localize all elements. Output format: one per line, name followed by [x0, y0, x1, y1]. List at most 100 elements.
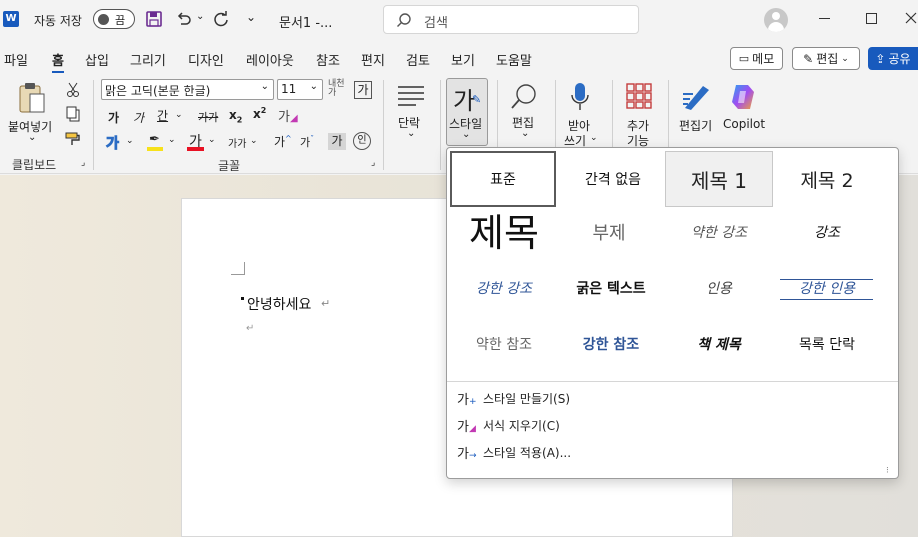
paste-dropdown-icon: ⌄: [28, 132, 37, 143]
autosave-label: 자동 저장: [34, 14, 82, 28]
undo-dropdown-icon[interactable]: ⌄: [196, 11, 204, 22]
paste-button[interactable]: 붙여넣기 ⌄: [6, 80, 58, 148]
style-quote[interactable]: 인용: [665, 260, 773, 316]
style-subtle-reference[interactable]: 약한 참조: [450, 316, 558, 372]
share-button[interactable]: ⇪ 공유: [868, 47, 918, 70]
document-text[interactable]: 안녕하세요: [247, 294, 311, 314]
close-icon[interactable]: [905, 12, 917, 24]
tab-home[interactable]: 홈: [52, 50, 64, 73]
shrink-font-icon[interactable]: 가ˇ: [300, 134, 314, 150]
style-list-paragraph[interactable]: 목록 단락: [773, 316, 881, 372]
style-heading-1[interactable]: 제목 1: [665, 151, 773, 207]
microphone-icon: [571, 83, 589, 110]
minimize-icon[interactable]: [819, 18, 830, 19]
tab-insert[interactable]: 삽입: [85, 50, 109, 69]
change-case-icon[interactable]: 가가: [228, 135, 246, 150]
tab-draw[interactable]: 그리기: [130, 50, 166, 69]
clear-formatting-menuitem[interactable]: 가◢ 서식 지우기(C): [457, 412, 887, 438]
chevron-down-icon: ⌄: [462, 129, 471, 140]
style-subtle-emphasis[interactable]: 약한 강조: [665, 204, 773, 260]
maximize-icon[interactable]: [866, 13, 877, 24]
copilot-button[interactable]: Copilot: [720, 80, 768, 136]
text-effects-dropdown-icon[interactable]: ⌄: [126, 136, 134, 146]
style-intense-emphasis[interactable]: 강한 강조: [450, 260, 558, 316]
style-intense-quote[interactable]: 강한 인용: [773, 260, 881, 316]
editor-button[interactable]: 편집기: [676, 80, 718, 136]
subscript-icon[interactable]: x2: [229, 108, 242, 124]
gallery-divider: [447, 381, 898, 382]
chevron-down-icon: ⌄: [841, 53, 849, 64]
editing-mode-button[interactable]: ✎ 편집 ⌄: [792, 47, 860, 70]
undo-icon[interactable]: [175, 10, 193, 28]
redo-icon[interactable]: [212, 10, 230, 28]
grow-font-icon[interactable]: 가^: [274, 133, 292, 150]
customize-qat-icon[interactable]: ⌄: [246, 10, 256, 24]
enclose-characters-icon[interactable]: 인: [353, 132, 371, 150]
superscript-icon[interactable]: x2: [253, 106, 266, 121]
style-no-spacing[interactable]: 간격 없음: [559, 151, 667, 207]
group-divider: [383, 80, 384, 170]
underline-dropdown-icon[interactable]: ⌄: [175, 110, 183, 120]
styles-button[interactable]: 가 ✎ 스타일 ⌄: [446, 78, 488, 146]
create-style-icon: 가+: [457, 392, 477, 408]
toggle-knob: [98, 14, 109, 25]
tab-review[interactable]: 검토: [406, 50, 430, 69]
addins-icon: [626, 83, 652, 109]
font-size-select[interactable]: 11 ⌄: [277, 79, 323, 100]
style-book-title[interactable]: 책 제목: [665, 316, 773, 372]
doc-title: 문서1 -...: [279, 16, 333, 31]
style-intense-reference[interactable]: 강한 참조: [557, 316, 665, 372]
style-strong[interactable]: 굵은 텍스트: [557, 260, 665, 316]
chevron-down-icon: ⌄: [309, 81, 318, 92]
font-color-button[interactable]: 가 ⌄: [186, 131, 216, 153]
tab-design[interactable]: 디자인: [188, 50, 224, 69]
apply-styles-menuitem[interactable]: 가→ 스타일 적용(A)...: [457, 439, 887, 465]
underline-icon[interactable]: 간: [157, 107, 168, 124]
memo-button[interactable]: ▭ 메모: [730, 47, 783, 70]
font-color-swatch: [187, 147, 204, 151]
tab-layout[interactable]: 레이아웃: [246, 50, 294, 69]
paragraph-mark: ↵: [246, 323, 255, 334]
tab-references[interactable]: 참조: [316, 50, 340, 69]
highlight-color-button[interactable]: ✒ ⌄: [146, 132, 176, 152]
chevron-down-icon: ⌄: [590, 133, 598, 143]
editing-button[interactable]: 편집 ⌄: [505, 80, 545, 146]
clear-formatting-icon[interactable]: 가◢: [278, 106, 298, 125]
dictate-button[interactable]: 받아 쓰기 ⌄: [560, 80, 600, 148]
style-heading-2[interactable]: 제목 2: [773, 151, 881, 207]
create-style-menuitem[interactable]: 가+ 스타일 만들기(S): [457, 385, 887, 411]
style-normal[interactable]: 표준: [450, 151, 556, 207]
character-shading-icon[interactable]: 가: [328, 133, 346, 150]
copy-icon[interactable]: [66, 106, 80, 122]
autosave-toggle[interactable]: 끔: [93, 9, 135, 29]
format-painter-icon[interactable]: [65, 131, 81, 147]
text-effects-icon[interactable]: 가: [106, 133, 120, 153]
bold-icon[interactable]: 가: [108, 109, 119, 126]
search-box[interactable]: 검색: [383, 5, 639, 34]
group-divider: [440, 80, 441, 170]
change-case-dropdown-icon[interactable]: ⌄: [250, 136, 258, 146]
italic-icon[interactable]: 가: [133, 109, 144, 126]
styles-brush-icon: ✎: [472, 93, 482, 106]
tab-view[interactable]: 보기: [451, 50, 475, 69]
save-icon[interactable]: [145, 10, 163, 28]
font-launcher-icon[interactable]: ⌟: [371, 158, 375, 168]
phonetic-guide-icon[interactable]: 내천 가: [328, 80, 345, 98]
style-subtitle[interactable]: 부제: [555, 204, 663, 260]
tab-help[interactable]: 도움말: [496, 50, 532, 69]
tab-file[interactable]: 파일: [4, 50, 28, 69]
style-emphasis[interactable]: 강조: [773, 204, 881, 260]
font-size-value: 11: [281, 82, 297, 96]
cut-icon[interactable]: [66, 82, 80, 98]
resize-grip-icon[interactable]: ⁝: [886, 466, 889, 476]
style-title[interactable]: 제목: [450, 201, 558, 257]
tab-mailings[interactable]: 편지: [361, 50, 385, 69]
font-name-select[interactable]: 맑은 고딕(본문 한글) ⌄: [101, 79, 274, 100]
character-border-icon[interactable]: 가: [354, 81, 372, 99]
strikethrough-icon[interactable]: 가가: [198, 109, 218, 125]
apply-styles-label: 스타일 적용(A)...: [483, 445, 572, 460]
clipboard-launcher-icon[interactable]: ⌟: [81, 158, 85, 168]
account-avatar-icon[interactable]: [764, 8, 788, 32]
paragraph-button[interactable]: 단락 ⌄: [390, 80, 434, 146]
addins-button[interactable]: 추가 기능: [620, 80, 660, 148]
